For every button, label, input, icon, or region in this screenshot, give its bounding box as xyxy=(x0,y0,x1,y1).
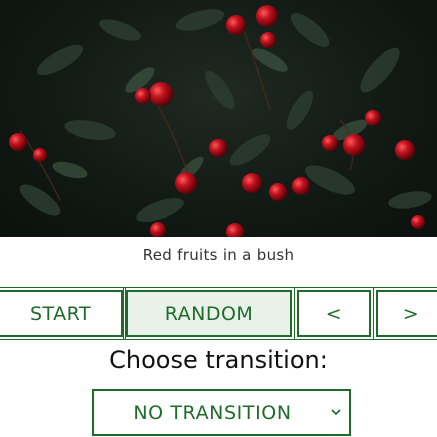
transition-select[interactable]: NO TRANSITION xyxy=(92,389,351,436)
slideshow-image xyxy=(0,0,437,237)
start-button[interactable]: START xyxy=(0,287,126,340)
transition-selected-value: NO TRANSITION xyxy=(133,401,292,424)
previous-button[interactable]: < xyxy=(294,287,374,340)
chevron-down-icon xyxy=(323,409,349,416)
random-button[interactable]: RANDOM xyxy=(123,287,295,340)
red-fruits-bush-photo xyxy=(9,5,432,237)
image-caption: Red fruits in a bush xyxy=(142,246,295,264)
transition-heading: Choose transition: xyxy=(109,346,328,374)
next-button[interactable]: > xyxy=(373,287,437,340)
